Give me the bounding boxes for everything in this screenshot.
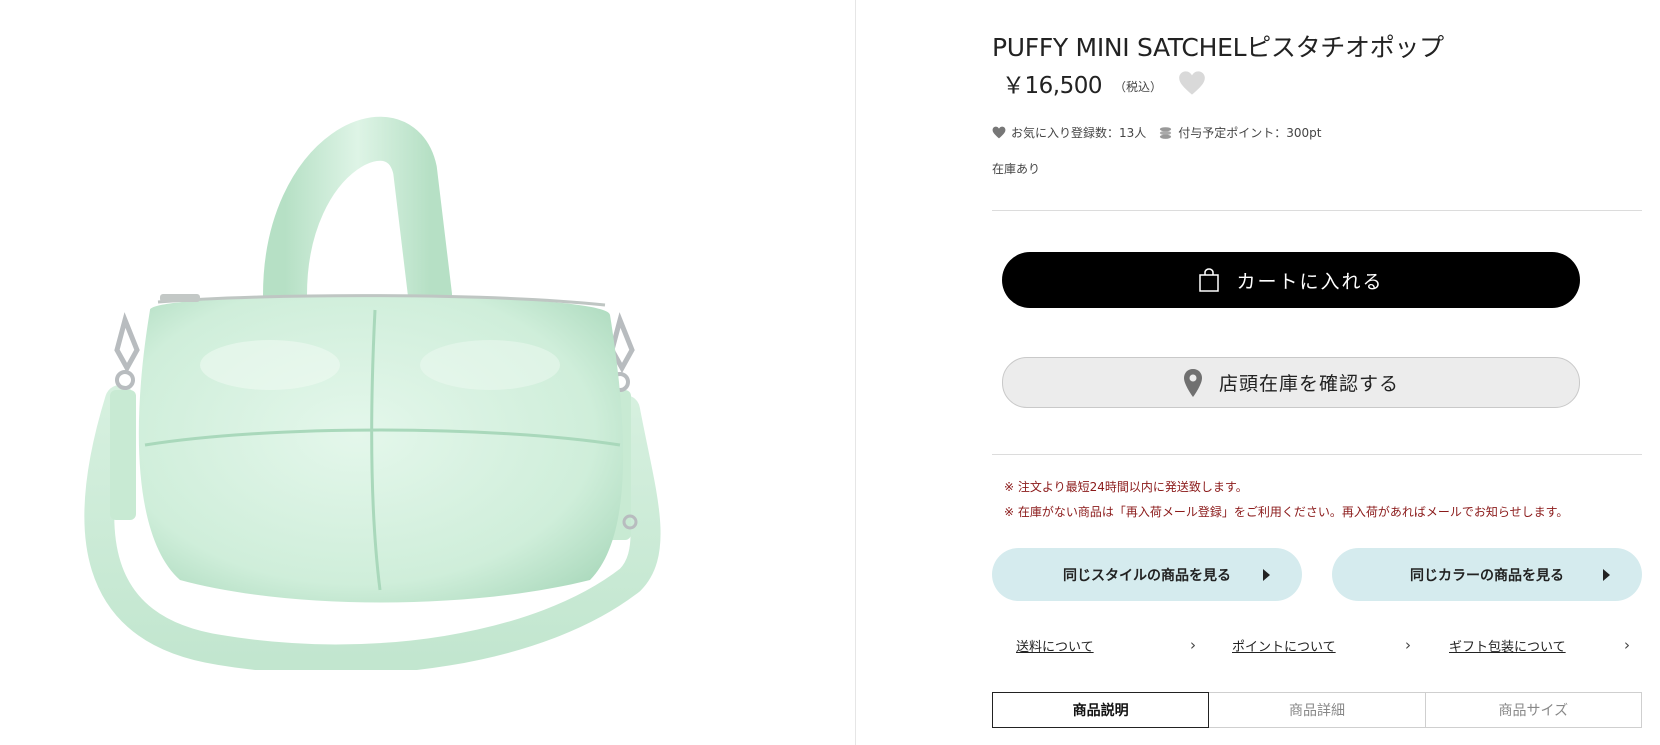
product-info-panel: PUFFY MINI SATCHELピスタチオポップ ￥16,500 （税込） … (992, 0, 1642, 745)
favorite-heart-icon[interactable] (1178, 70, 1206, 96)
tax-label: （税込） (1113, 79, 1162, 94)
shipping-notice: ※ 注文より最短24時間以内に発送致します。 (1004, 480, 1248, 494)
product-meta: お気に入り登録数：13人 付与予定ポイント：300pt (992, 124, 1334, 141)
same-style-button[interactable]: 同じスタイルの商品を見る (992, 548, 1302, 601)
restock-notice: ※ 在庫がない商品は「再入荷メール登録」をご利用ください。再入荷があればメールで… (1004, 505, 1569, 519)
heart-icon (992, 126, 1006, 139)
price-row: ￥16,500 （税込） (1002, 66, 1206, 100)
same-color-label: 同じカラーの商品を見る (1410, 567, 1564, 584)
points-text: 付与予定ポイント：300pt (1178, 126, 1322, 140)
chevron-right-icon[interactable]: › (1405, 636, 1411, 654)
chevron-right-icon[interactable]: › (1190, 636, 1196, 654)
divider (992, 454, 1642, 455)
shopping-bag-icon (1199, 268, 1220, 292)
arrow-right-icon (1263, 569, 1270, 581)
same-style-label: 同じスタイルの商品を見る (1063, 567, 1231, 584)
product-image[interactable] (70, 110, 690, 670)
shipping-info-link[interactable]: 送料について (1016, 636, 1094, 655)
info-links: 送料について › ポイントについて › ギフト包装について › (992, 636, 1642, 656)
product-title: PUFFY MINI SATCHELピスタチオポップ (992, 33, 1444, 62)
product-price: ￥16,500 (1002, 73, 1102, 99)
gift-wrap-info-link[interactable]: ギフト包装について (1449, 636, 1566, 655)
arrow-right-icon (1603, 569, 1610, 581)
chevron-right-icon[interactable]: › (1624, 636, 1630, 654)
check-store-stock-label: 店頭在庫を確認する (1218, 373, 1399, 395)
add-to-cart-label: カートに入れる (1236, 270, 1384, 293)
tab-size[interactable]: 商品サイズ (1424, 692, 1642, 728)
coins-icon (1160, 126, 1172, 139)
favorites-count: お気に入り登録数：13人 (992, 124, 1146, 141)
check-store-stock-button[interactable]: 店頭在庫を確認する (1002, 357, 1580, 408)
favorites-count-text: お気に入り登録数：13人 (1011, 126, 1147, 140)
points-info: 付与予定ポイント：300pt (1158, 124, 1322, 141)
points-info-link[interactable]: ポイントについて (1232, 636, 1336, 655)
product-tabs: 商品説明 商品詳細 商品サイズ (992, 692, 1642, 728)
add-to-cart-button[interactable]: カートに入れる (1002, 252, 1580, 308)
location-pin-icon (1183, 368, 1202, 397)
stock-status: 在庫あり (992, 162, 1041, 176)
same-color-button[interactable]: 同じカラーの商品を見る (1332, 548, 1642, 601)
tab-details[interactable]: 商品詳細 (1208, 692, 1426, 728)
divider (992, 210, 1642, 211)
product-image-pane (0, 0, 856, 745)
tab-description[interactable]: 商品説明 (992, 692, 1210, 728)
